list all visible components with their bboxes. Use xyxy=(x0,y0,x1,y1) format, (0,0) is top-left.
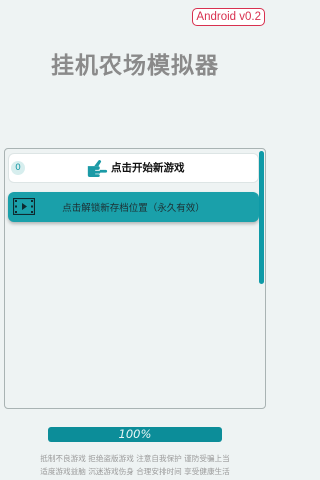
version-badge: Android v0.2 xyxy=(192,8,265,26)
health-notice-line-2: 适度游戏益脑 沉迷游戏伤身 合理安排时间 享受健康生活 xyxy=(40,467,230,476)
save-slot-list[interactable]: 0 点击开始新游戏 点击解锁新存档位置（永久有效） xyxy=(4,148,266,409)
slot-index-badge: 0 xyxy=(11,161,25,175)
progress-label: 100% xyxy=(118,427,152,441)
new-game-label: 点击开始新游戏 xyxy=(111,162,185,174)
app-title: 挂机农场模拟器 xyxy=(51,53,219,79)
pointing-hand-icon xyxy=(87,160,108,177)
unlock-slot-button[interactable]: 点击解锁新存档位置（永久有效） xyxy=(8,192,259,222)
new-game-slot[interactable]: 0 点击开始新游戏 xyxy=(8,153,259,183)
health-notice-line-1: 抵制不良游戏 拒绝盗版游戏 注意自我保护 谨防受骗上当 xyxy=(40,454,230,463)
unlock-slot-label: 点击解锁新存档位置（永久有效） xyxy=(62,203,205,214)
scrollbar[interactable] xyxy=(259,151,264,284)
loading-progress-bar: 100% xyxy=(48,427,222,442)
